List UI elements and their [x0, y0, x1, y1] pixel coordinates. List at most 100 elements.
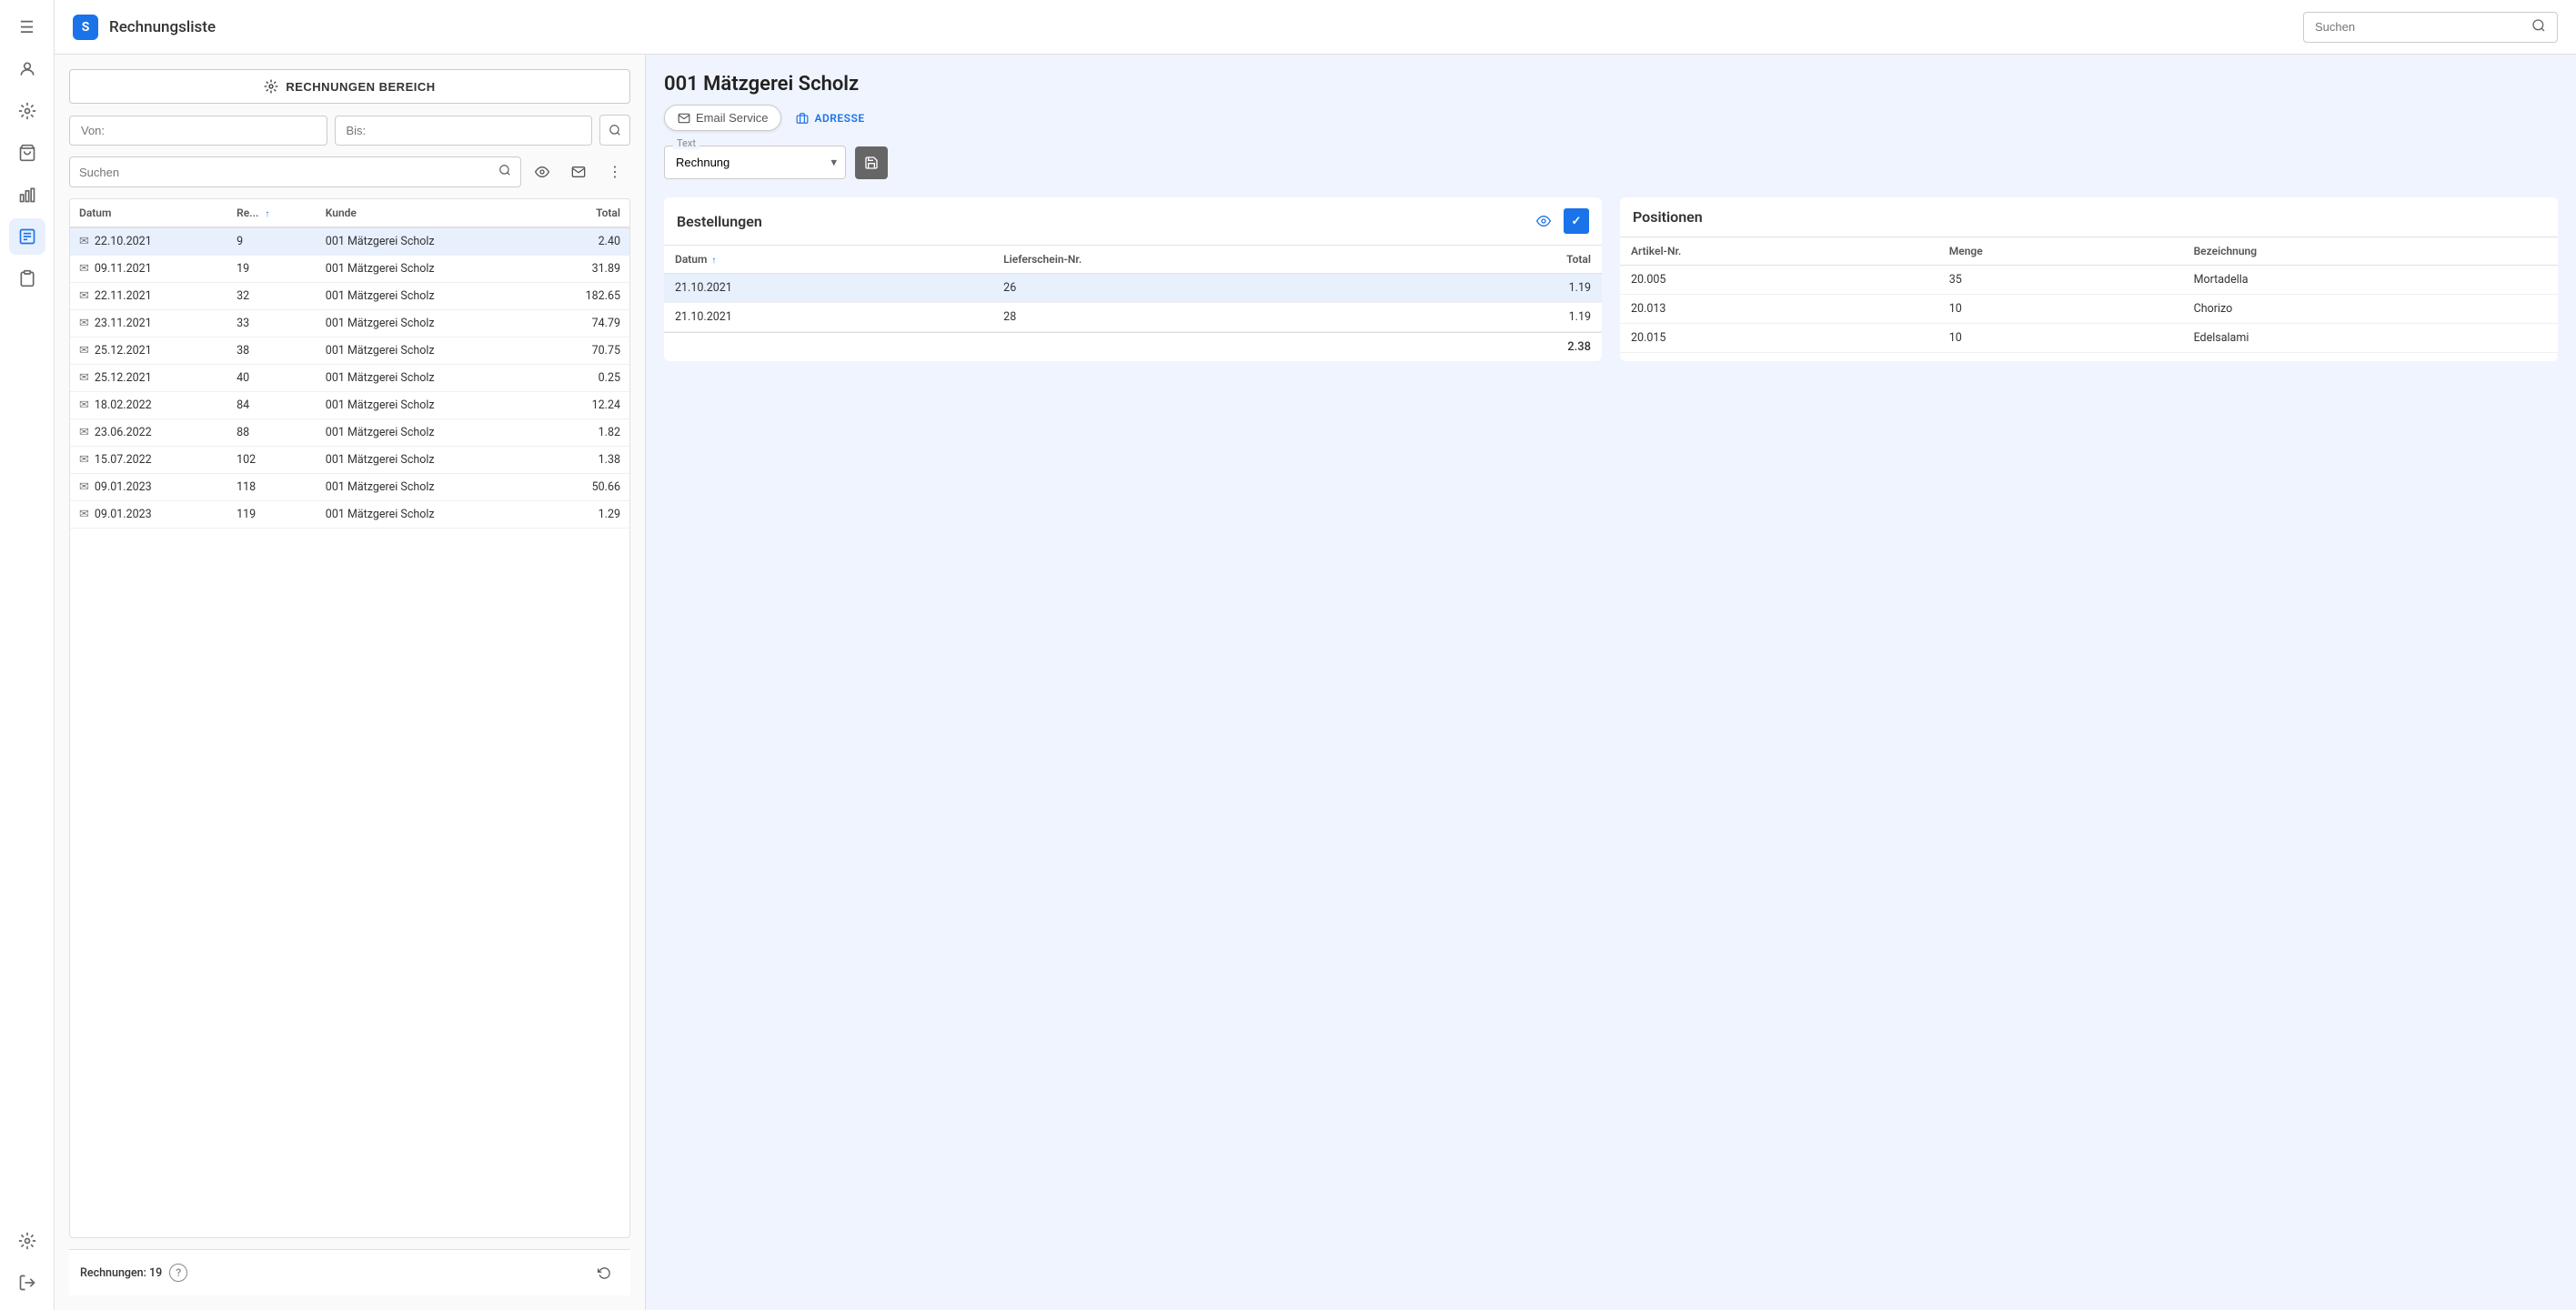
table-row[interactable]: ✉09.01.2023 118 001 Mätzgerei Scholz 50.… [70, 474, 629, 501]
cell-re: 40 [227, 365, 317, 392]
sidebar-chart-icon[interactable] [9, 176, 45, 213]
topbar-search-input[interactable] [2315, 20, 2524, 34]
table-row[interactable]: ✉23.11.2021 33 001 Mätzgerei Scholz 74.7… [70, 310, 629, 338]
bis-input[interactable] [335, 116, 593, 146]
sidebar-logout-icon[interactable] [9, 1265, 45, 1301]
cell-total: 1.19 [1409, 303, 1602, 332]
positionen-table: Artikel-Nr. Menge Bezeichnung 20.005 35 … [1620, 237, 2558, 353]
cell-total: 31.89 [538, 256, 629, 283]
von-input[interactable] [69, 116, 327, 146]
cell-re: 32 [227, 283, 317, 310]
cell-total: 182.65 [538, 283, 629, 310]
cell-bezeichnung: Chorizo [2183, 295, 2558, 324]
date-search-button[interactable] [599, 115, 630, 146]
cell-re: 102 [227, 447, 317, 474]
col-lieferschein: Lieferschein-Nr. [992, 246, 1409, 274]
table-row[interactable]: ✉25.12.2021 38 001 Mätzgerei Scholz 70.7… [70, 338, 629, 365]
col-re[interactable]: Re... ↑ [227, 199, 317, 227]
list-item[interactable]: 20.013 10 Chorizo [1620, 295, 2558, 324]
bestellungen-title: Bestellungen [677, 213, 762, 230]
cell-menge: 35 [1938, 266, 2183, 295]
cell-kunde: 001 Mätzgerei Scholz [317, 419, 538, 447]
table-row[interactable]: ✉09.11.2021 19 001 Mätzgerei Scholz 31.8… [70, 256, 629, 283]
sidebar-user-icon[interactable] [9, 51, 45, 87]
sidebar-invoice-icon[interactable] [9, 218, 45, 255]
cell-menge: 10 [1938, 324, 2183, 353]
cell-date: ✉25.12.2021 [70, 338, 227, 365]
cell-kunde: 001 Mätzgerei Scholz [317, 227, 538, 256]
bestellungen-table: Datum ↑ Lieferschein-Nr. Total 21.10.202… [664, 246, 1602, 332]
sidebar-gear-icon[interactable] [9, 93, 45, 129]
sidebar-menu-icon[interactable]: ☰ [9, 9, 45, 45]
cell-date: ✉18.02.2022 [70, 392, 227, 419]
mail-button[interactable] [563, 156, 594, 187]
help-icon[interactable]: ? [169, 1264, 187, 1282]
table-row[interactable]: ✉22.11.2021 32 001 Mätzgerei Scholz 182.… [70, 283, 629, 310]
cell-kunde: 001 Mätzgerei Scholz [317, 501, 538, 529]
list-item[interactable]: 20.005 35 Mortadella [1620, 266, 2558, 295]
eye-button[interactable] [527, 156, 558, 187]
cell-bezeichnung: Mortadella [2183, 266, 2558, 295]
list-item[interactable]: 21.10.2021 26 1.19 [664, 274, 1602, 303]
orders-positions: Bestellungen ✓ Datum ↑ Liefersc [664, 197, 2558, 361]
sidebar-settings-icon[interactable] [9, 1223, 45, 1259]
bestellungen-eye-icon[interactable] [1531, 208, 1556, 234]
adresse-button[interactable]: ADRESSE [790, 108, 870, 128]
cell-total: 74.79 [538, 310, 629, 338]
search-input[interactable] [79, 166, 493, 179]
cell-re: 19 [227, 256, 317, 283]
cell-re: 33 [227, 310, 317, 338]
left-panel: RECHNUNGEN BEREICH [55, 55, 646, 1310]
table-footer: Rechnungen: 19 ? [69, 1249, 630, 1295]
list-item[interactable]: 21.10.2021 28 1.19 [664, 303, 1602, 332]
list-item[interactable]: 20.015 10 Edelsalami [1620, 324, 2558, 353]
table-row[interactable]: ✉22.10.2021 9 001 Mätzgerei Scholz 2.40 [70, 227, 629, 256]
table-row[interactable]: ✉25.12.2021 40 001 Mätzgerei Scholz 0.25 [70, 365, 629, 392]
cell-menge: 10 [1938, 295, 2183, 324]
cell-re: 9 [227, 227, 317, 256]
cell-artikel: 20.005 [1620, 266, 1938, 295]
col-datum: Datum [70, 199, 227, 227]
invoice-count: Rechnungen: 19 [80, 1266, 162, 1280]
right-panel: 001 Mätzgerei Scholz Email Service ADRES… [646, 55, 2576, 1310]
table-row[interactable]: ✉23.06.2022 88 001 Mätzgerei Scholz 1.82 [70, 419, 629, 447]
bestellungen-icons: ✓ [1531, 208, 1589, 234]
table-row[interactable]: ✉18.02.2022 84 001 Mätzgerei Scholz 12.2… [70, 392, 629, 419]
col-total: Total [538, 199, 629, 227]
cell-date: ✉15.07.2022 [70, 447, 227, 474]
cell-re: 119 [227, 501, 317, 529]
table-footer-text: Rechnungen: 19 ? [80, 1264, 187, 1282]
app-logo: S [73, 15, 98, 40]
cell-date: ✉23.11.2021 [70, 310, 227, 338]
bestellungen-total-value: 2.38 [1567, 340, 1591, 354]
bestellungen-checkbox-icon[interactable]: ✓ [1564, 208, 1589, 234]
cell-total: 50.66 [538, 474, 629, 501]
bestellungen-total: 2.38 [664, 332, 1602, 361]
email-service-button[interactable]: Email Service [664, 105, 781, 131]
table-row[interactable]: ✉09.01.2023 119 001 Mätzgerei Scholz 1.2… [70, 501, 629, 529]
sidebar-cart-icon[interactable] [9, 135, 45, 171]
cell-kunde: 001 Mätzgerei Scholz [317, 447, 538, 474]
cell-total: 1.38 [538, 447, 629, 474]
search-icon[interactable] [498, 164, 511, 180]
cell-re: 38 [227, 338, 317, 365]
text-dropdown[interactable]: Rechnung Angebot Lieferschein [664, 146, 846, 179]
text-select-container: Text Rechnung Angebot Lieferschein [664, 146, 846, 179]
save-template-button[interactable] [855, 146, 888, 179]
refresh-button[interactable] [589, 1257, 619, 1288]
search-input-wrap [69, 156, 521, 187]
invoice-table: Datum Re... ↑ Kunde Total ✉22.10.2021 9 … [69, 198, 630, 1238]
sidebar-clipboard-icon[interactable] [9, 260, 45, 297]
positionen-title: Positionen [1633, 208, 1703, 226]
cell-date: ✉25.12.2021 [70, 365, 227, 392]
filter-button[interactable]: RECHNUNGEN BEREICH [69, 69, 630, 104]
cell-date: ✉23.06.2022 [70, 419, 227, 447]
table-row[interactable]: ✉15.07.2022 102 001 Mätzgerei Scholz 1.3… [70, 447, 629, 474]
more-options-button[interactable]: ⋮ [599, 156, 630, 187]
col-datum-best: Datum ↑ [664, 246, 992, 274]
cell-total: 1.19 [1409, 274, 1602, 303]
cell-total: 2.40 [538, 227, 629, 256]
topbar-search-icon[interactable] [2531, 18, 2546, 36]
cell-kunde: 001 Mätzgerei Scholz [317, 310, 538, 338]
topbar-search-box [2303, 12, 2558, 43]
